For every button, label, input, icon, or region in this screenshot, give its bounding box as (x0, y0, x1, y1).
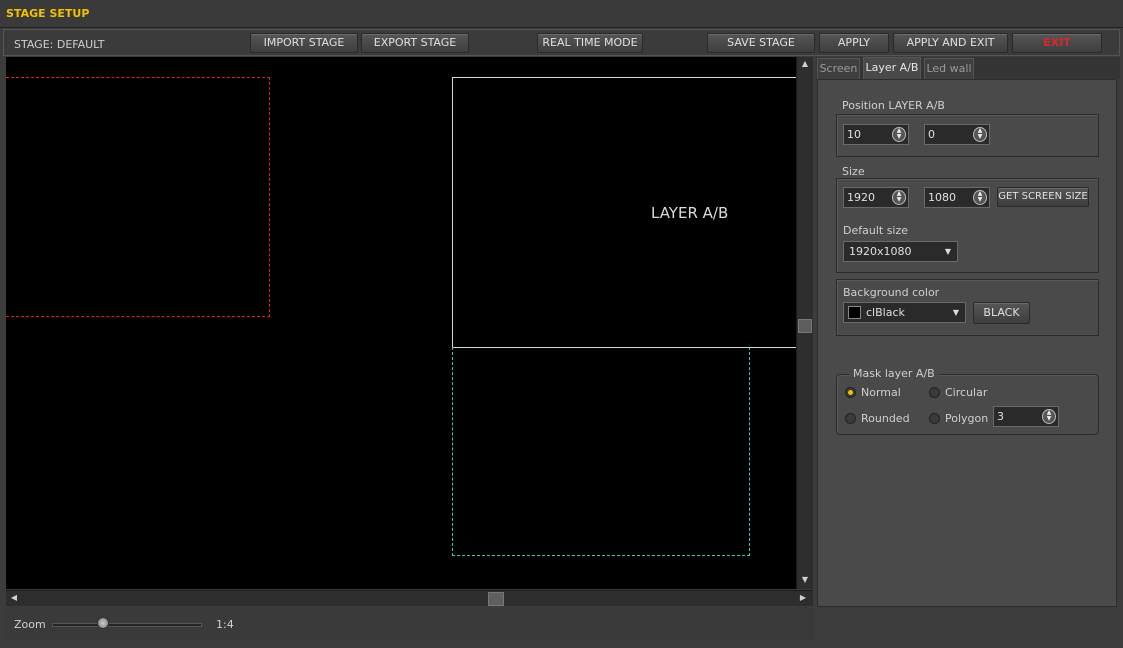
position-x-stepper[interactable]: 10 ▲ ▼ (843, 124, 909, 145)
led-wall-outline[interactable] (452, 347, 750, 556)
mask-rounded-radio[interactable] (845, 413, 856, 424)
mask-polygon-label: Polygon (945, 412, 989, 425)
zoom-slider-track[interactable] (52, 623, 202, 627)
mask-normal-label: Normal (861, 386, 901, 399)
export-stage-button[interactable]: EXPORT STAGE (361, 33, 469, 53)
save-stage-button[interactable]: SAVE STAGE (707, 33, 815, 53)
mask-layer-label: Mask layer A/B (849, 367, 939, 380)
scroll-down-icon[interactable]: ▼ (798, 573, 812, 587)
dropdown-caret-icon: ▼ (944, 247, 951, 256)
background-color-group: Background color clBlack ▼ BLACK (836, 279, 1099, 336)
polygon-sides-value: 3 (997, 410, 1004, 423)
polygon-sides-stepper[interactable]: 3 ▲ ▼ (993, 406, 1059, 427)
mask-layer-group: Mask layer A/B Normal Circular Rounded P… (836, 367, 1099, 435)
layer-settings-panel: Position LAYER A/B 10 ▲ ▼ 0 ▲ ▼ Size 1920 … (817, 79, 1117, 607)
horizontal-scrollbar[interactable]: ◀ ▶ (6, 590, 813, 606)
mask-polygon-radio[interactable] (929, 413, 940, 424)
default-size-select[interactable]: 1920x1080 ▼ (843, 241, 958, 262)
mask-circular-label: Circular (945, 386, 988, 399)
size-width-stepper[interactable]: 1920 ▲ ▼ (843, 187, 909, 208)
title-bar: STAGE SETUP (0, 0, 1123, 28)
size-width-value: 1920 (847, 191, 875, 204)
vertical-scrollbar[interactable]: ▲ ▼ (796, 57, 813, 589)
scroll-up-icon[interactable]: ▲ (798, 57, 812, 71)
apply-button[interactable]: APPLY (819, 33, 889, 53)
stage-canvas[interactable]: LAYER A/B (6, 57, 796, 589)
screen-outline[interactable] (6, 77, 270, 317)
zoom-value: 1:4 (216, 618, 234, 631)
settings-tabs: Screen Layer A/B Led wall (816, 57, 1120, 79)
toolbar: STAGE: DEFAULT IMPORT STAGE EXPORT STAGE… (3, 29, 1120, 56)
stage-name-label: STAGE: DEFAULT (14, 38, 105, 51)
spin-arrows-icon[interactable]: ▲ ▼ (892, 190, 906, 205)
mask-circular-radio[interactable] (929, 387, 940, 398)
background-color-label: Background color (843, 286, 940, 299)
position-group: 10 ▲ ▼ 0 ▲ ▼ (836, 114, 1099, 157)
size-group: 1920 ▲ ▼ 1080 ▲ ▼ GET SCREEN SIZE Default … (836, 178, 1099, 273)
position-x-value: 10 (847, 128, 861, 141)
horizontal-scroll-thumb[interactable] (488, 592, 504, 606)
mask-rounded-label: Rounded (861, 412, 910, 425)
get-screen-size-button[interactable]: GET SCREEN SIZE (997, 187, 1089, 207)
size-height-stepper[interactable]: 1080 ▲ ▼ (924, 187, 990, 208)
background-color-select[interactable]: clBlack ▼ (843, 302, 966, 323)
color-swatch (848, 306, 861, 319)
real-time-mode-button[interactable]: REAL TIME MODE (537, 33, 643, 53)
default-size-label: Default size (843, 224, 909, 237)
zoom-slider-handle[interactable] (97, 617, 109, 629)
position-label: Position LAYER A/B (842, 99, 945, 112)
default-size-value: 1920x1080 (849, 245, 912, 258)
apply-and-exit-button[interactable]: APPLY AND EXIT (893, 33, 1008, 53)
tab-screen[interactable]: Screen (817, 58, 860, 79)
import-stage-button[interactable]: IMPORT STAGE (250, 33, 358, 53)
size-height-value: 1080 (928, 191, 956, 204)
tab-layer-ab[interactable]: Layer A/B (863, 57, 921, 79)
size-label: Size (842, 165, 865, 178)
zoom-bar: Zoom 1:4 (3, 607, 814, 640)
window-title: STAGE SETUP (6, 7, 90, 20)
mask-normal-radio[interactable] (845, 387, 856, 398)
spin-arrows-icon[interactable]: ▲ ▼ (973, 190, 987, 205)
tab-led-wall[interactable]: Led wall (924, 58, 974, 79)
color-picker-button[interactable]: BLACK (973, 302, 1030, 324)
scroll-right-icon[interactable]: ▶ (796, 591, 810, 605)
background-color-value: clBlack (866, 306, 905, 319)
position-y-value: 0 (928, 128, 935, 141)
spin-arrows-icon[interactable]: ▲ ▼ (1042, 409, 1056, 424)
spin-arrows-icon[interactable]: ▲ ▼ (973, 127, 987, 142)
position-y-stepper[interactable]: 0 ▲ ▼ (924, 124, 990, 145)
layer-ab-label: LAYER A/B (651, 204, 729, 222)
dropdown-caret-icon: ▼ (952, 308, 959, 317)
spin-arrows-icon[interactable]: ▲ ▼ (892, 127, 906, 142)
exit-button[interactable]: EXIT (1012, 33, 1102, 53)
layer-ab-frame[interactable]: LAYER A/B (452, 77, 796, 348)
scroll-left-icon[interactable]: ◀ (7, 591, 21, 605)
zoom-label: Zoom (14, 618, 46, 631)
vertical-scroll-thumb[interactable] (798, 319, 812, 333)
